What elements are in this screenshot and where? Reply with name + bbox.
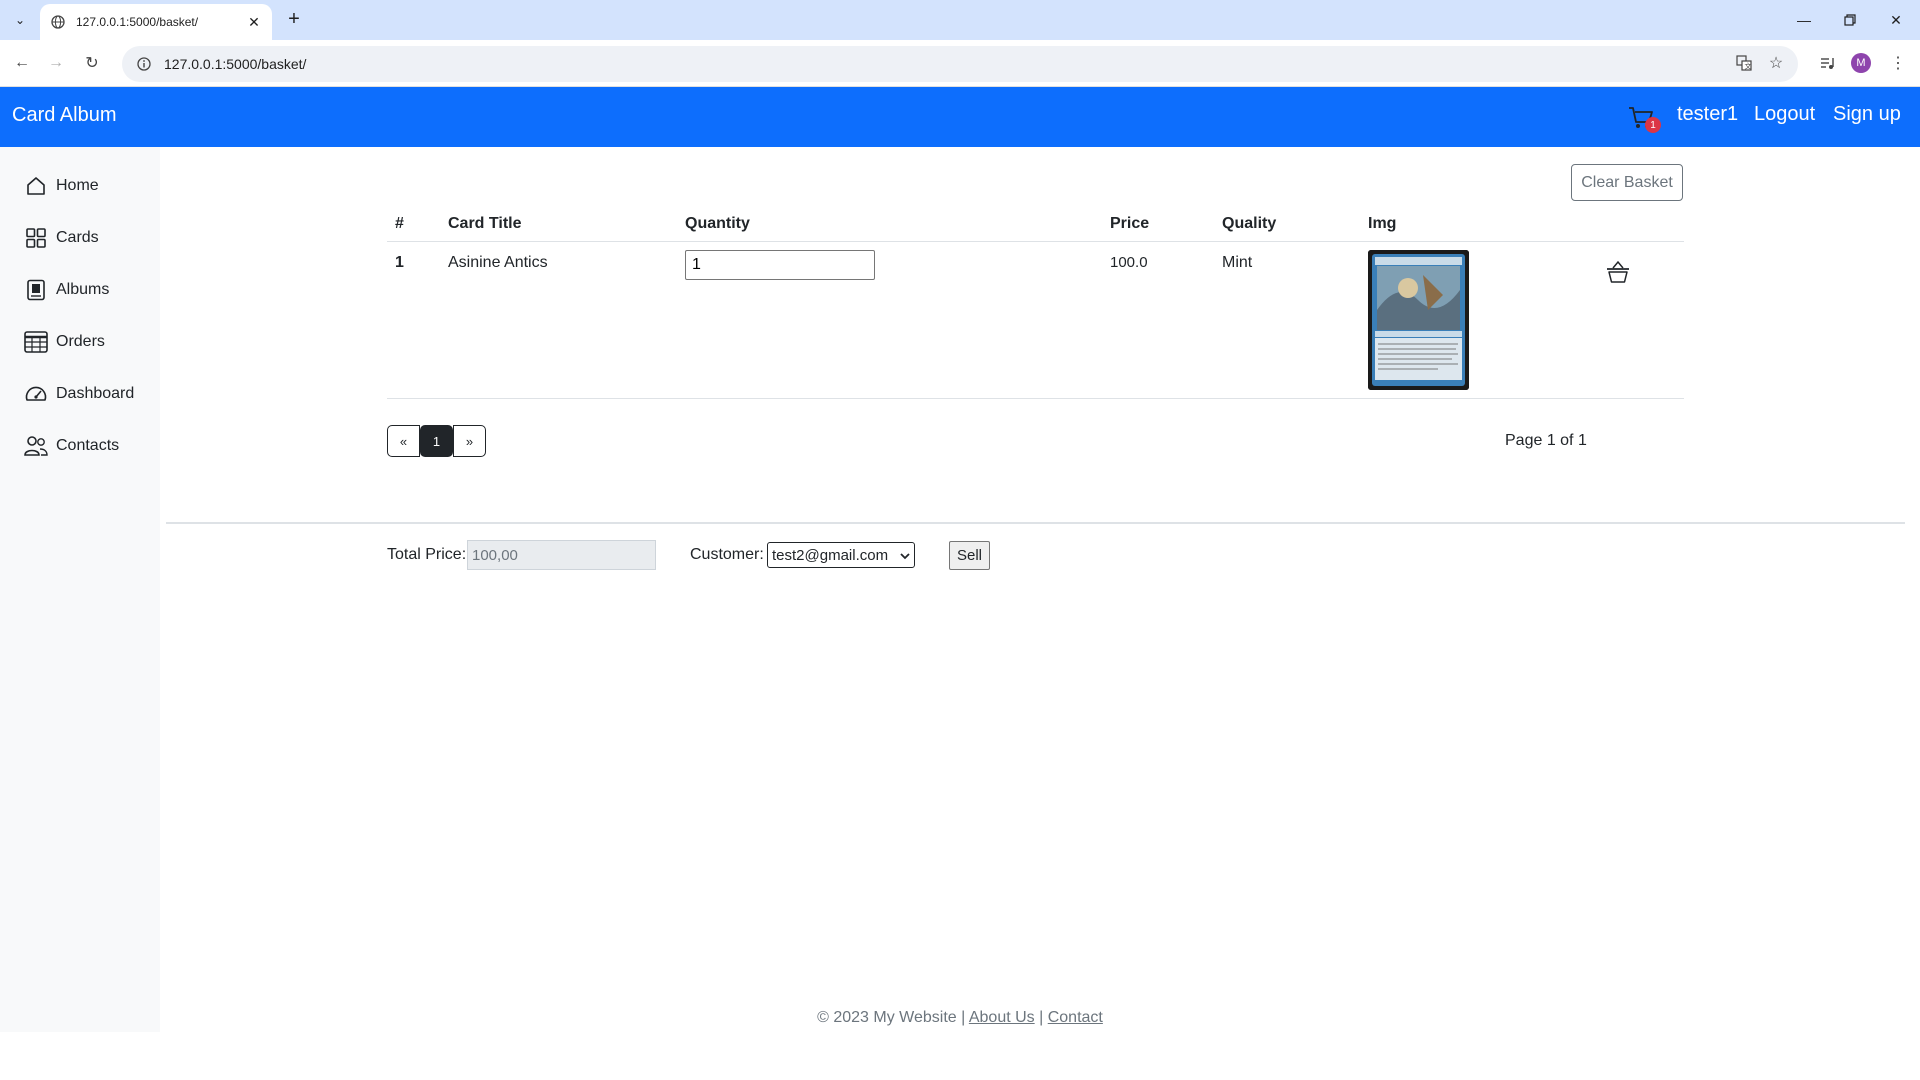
sidebar-item-home[interactable]: Home — [24, 172, 99, 200]
tab-title: 127.0.0.1:5000/basket/ — [76, 15, 199, 29]
signup-link[interactable]: Sign up — [1833, 103, 1901, 126]
brand-title[interactable]: Card Album — [12, 104, 117, 127]
customer-selected-value: test2@gmail.com — [772, 546, 889, 564]
sidebar-item-label: Albums — [56, 281, 110, 298]
customer-label: Customer: — [690, 546, 764, 563]
people-icon — [24, 434, 48, 458]
restore-icon[interactable] — [1827, 0, 1873, 40]
minimize-icon[interactable]: — — [1781, 0, 1827, 40]
browser-toolbar: ← → ↻ 127.0.0.1:5000/basket/ 文 ☆ M ⋮ — [0, 40, 1920, 87]
translate-icon[interactable]: 文 — [1732, 51, 1756, 75]
back-icon[interactable]: ← — [10, 51, 34, 75]
remove-from-basket-icon[interactable] — [1605, 259, 1631, 285]
pagination: « 1 » — [387, 425, 486, 457]
house-icon — [24, 174, 48, 198]
quantity-input[interactable] — [685, 250, 875, 280]
sidebar-item-contacts[interactable]: Contacts — [24, 432, 119, 460]
profile-avatar[interactable]: M — [1851, 53, 1871, 73]
tab-search-chevron-icon[interactable]: ⌄ — [8, 8, 32, 32]
card-image[interactable] — [1368, 250, 1469, 390]
pagination-next-button[interactable]: » — [453, 425, 486, 457]
speedometer-icon — [24, 382, 48, 406]
footer-copyright: © 2023 My Website | — [817, 1009, 966, 1026]
browser-tab[interactable]: 127.0.0.1:5000/basket/ ✕ — [40, 4, 272, 40]
svg-text:文: 文 — [1745, 62, 1752, 71]
sidebar-item-label: Contacts — [56, 437, 120, 454]
table-icon — [24, 330, 48, 354]
sidebar-item-orders[interactable]: Orders — [24, 328, 105, 356]
tab-close-icon[interactable]: ✕ — [246, 14, 262, 31]
sidebar-item-label: Cards — [56, 229, 99, 246]
sidebar-item-label: Dashboard — [56, 385, 135, 402]
footer: © 2023 My Website | About Us | Contact — [0, 1009, 1920, 1027]
total-price-field[interactable] — [467, 540, 656, 570]
clear-basket-button[interactable]: Clear Basket — [1571, 164, 1683, 201]
sidebar-item-label: Home — [56, 177, 99, 194]
album-icon — [24, 278, 48, 302]
column-header-quality: Quality — [1222, 215, 1277, 232]
section-divider — [166, 522, 1905, 524]
forward-icon[interactable]: → — [44, 51, 68, 75]
user-link[interactable]: tester1 — [1677, 103, 1738, 126]
sidebar-item-cards[interactable]: Cards — [24, 224, 99, 252]
about-us-link[interactable]: About Us — [969, 1009, 1035, 1026]
customer-select[interactable]: test2@gmail.com — [767, 542, 915, 568]
row-price: 100.0 — [1110, 254, 1148, 271]
chevron-down-icon — [900, 547, 910, 564]
pagination-page-button[interactable]: 1 — [420, 425, 453, 457]
row-quality: Mint — [1222, 254, 1253, 271]
new-tab-button[interactable]: + — [282, 8, 306, 32]
address-bar[interactable]: 127.0.0.1:5000/basket/ — [122, 46, 1798, 82]
site-info-icon[interactable] — [136, 56, 152, 72]
sell-button[interactable]: Sell — [949, 541, 990, 570]
sidebar-item-label: Orders — [56, 333, 105, 350]
grid-icon — [24, 226, 48, 250]
column-header-quantity: Quantity — [685, 215, 750, 232]
sidebar-item-dashboard[interactable]: Dashboard — [24, 380, 134, 408]
bookmark-star-icon[interactable]: ☆ — [1764, 51, 1788, 75]
app-navbar: Card Album 1 tester1 Logout Sign up — [0, 87, 1920, 147]
row-card-title: Asinine Antics — [448, 254, 548, 271]
browser-tab-bar: ⌄ 127.0.0.1:5000/basket/ ✕ + — ✕ — [0, 0, 1920, 40]
cart-count-badge: 1 — [1645, 117, 1661, 133]
row-index: 1 — [395, 254, 404, 271]
column-header-index: # — [395, 215, 404, 232]
close-window-icon[interactable]: ✕ — [1873, 0, 1919, 40]
contact-link[interactable]: Contact — [1048, 1009, 1103, 1026]
sidebar: Home Cards Albums Orders Dashboard Conta… — [0, 147, 160, 1032]
pagination-prev-button[interactable]: « — [387, 425, 420, 457]
globe-icon — [50, 14, 66, 30]
page-info: Page 1 of 1 — [1505, 432, 1587, 449]
cart-button[interactable]: 1 — [1627, 103, 1661, 133]
footer-separator: | — [1039, 1009, 1044, 1026]
column-header-img: Img — [1368, 215, 1397, 232]
media-control-icon[interactable] — [1815, 51, 1839, 75]
row-divider — [387, 398, 1684, 399]
total-price-label: Total Price: — [387, 546, 467, 563]
logout-link[interactable]: Logout — [1754, 103, 1815, 126]
menu-kebab-icon[interactable]: ⋮ — [1886, 51, 1910, 75]
header-divider — [387, 241, 1684, 242]
reload-icon[interactable]: ↻ — [80, 51, 104, 75]
column-header-price: Price — [1110, 215, 1150, 232]
url-text: 127.0.0.1:5000/basket/ — [164, 56, 307, 72]
column-header-title: Card Title — [448, 215, 522, 232]
sidebar-item-albums[interactable]: Albums — [24, 276, 109, 304]
